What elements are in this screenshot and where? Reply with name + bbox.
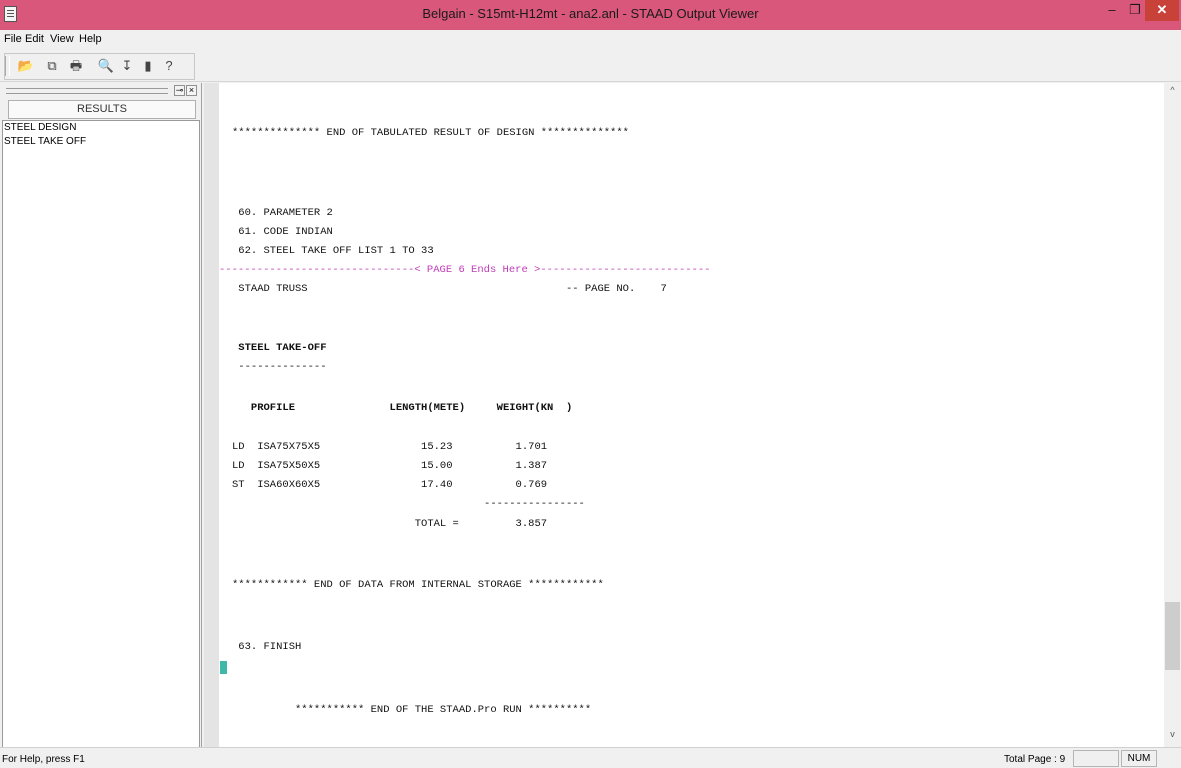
scroll-up-icon[interactable]: ^: [1164, 85, 1181, 95]
total-page-indicator: Total Page : 9: [1004, 754, 1066, 765]
menu-bar: File Edit View Help: [0, 30, 1181, 50]
print-icon[interactable]: 🖶: [67, 57, 85, 74]
output-line: ************** END OF TABULATED RESULT O…: [232, 127, 629, 139]
toolbar-grip[interactable]: [5, 56, 10, 76]
output-line: 61. CODE INDIAN: [232, 226, 333, 238]
page-header-line: STAAD TRUSS -- PAGE NO. 7: [232, 283, 667, 295]
output-line: *********** END OF THE STAAD.Pro RUN ***…: [232, 704, 592, 716]
bookmark-marker: [220, 661, 227, 674]
output-line: 62. STEEL TAKE OFF LIST 1 TO 33: [232, 245, 434, 257]
status-empty-cell: [1073, 750, 1119, 767]
copy-icon[interactable]: ⧉: [43, 57, 61, 74]
output-line: 60. PARAMETER 2: [232, 207, 333, 219]
toolbar: 📂 ⧉ 🖶 🔍 ↧ ▮ ?: [0, 50, 1181, 82]
menu-file[interactable]: File: [4, 33, 22, 45]
section-title: STEEL TAKE-OFF: [232, 342, 327, 354]
find-binoculars-icon[interactable]: 🔍: [97, 57, 115, 74]
output-line: 63. FINISH: [232, 641, 302, 653]
tree-item-steel-design[interactable]: STEEL DESIGN: [3, 121, 199, 135]
close-button[interactable]: ✕: [1145, 0, 1179, 21]
line-gutter: [204, 83, 219, 747]
context-help-icon[interactable]: ?: [160, 57, 178, 74]
pin-icon[interactable]: ⊸: [174, 85, 185, 96]
status-bar: For Help, press F1 Total Page : 9 NUM: [0, 747, 1181, 768]
table-row: LD ISA75X50X5 15.00 1.387: [232, 460, 548, 472]
total-row: TOTAL = 3.857: [232, 518, 548, 530]
menu-help[interactable]: Help: [79, 33, 102, 45]
output-viewer[interactable]: ************** END OF TABULATED RESULT O…: [204, 83, 1181, 747]
menu-edit[interactable]: Edit: [25, 33, 44, 45]
tree-item-steel-take-off[interactable]: STEEL TAKE OFF: [3, 135, 199, 149]
output-line: ************ END OF DATA FROM INTERNAL S…: [232, 579, 604, 591]
results-tree: STEEL DESIGN STEEL TAKE OFF: [2, 120, 200, 749]
scroll-down-icon[interactable]: v: [1164, 729, 1181, 739]
section-underline: --------------: [232, 361, 327, 373]
table-header: PROFILE LENGTH(METE) WEIGHT(KN ): [232, 402, 573, 414]
table-row: LD ISA75X75X5 15.23 1.701: [232, 441, 548, 453]
table-row: ST ISA60X60X5 17.40 0.769: [232, 479, 548, 491]
pane-header: ⊸ ×: [0, 83, 199, 99]
window-title: Belgain - S15mt-H12mt - ana2.anl - STAAD…: [422, 6, 759, 21]
page-break-marker: -------------------------------< PAGE 6 …: [219, 264, 711, 276]
status-help-text: For Help, press F1: [2, 754, 85, 765]
goto-page-icon[interactable]: ↧: [118, 57, 136, 74]
pane-grip[interactable]: [6, 88, 168, 94]
results-header: RESULTS: [8, 100, 196, 119]
minimize-button[interactable]: –: [1101, 0, 1123, 21]
scroll-thumb[interactable]: [1165, 602, 1180, 670]
results-pane: ⊸ × RESULTS STEEL DESIGN STEEL TAKE OFF: [0, 83, 202, 749]
total-separator: ----------------: [232, 498, 585, 510]
title-bar[interactable]: Belgain - S15mt-H12mt - ana2.anl - STAAD…: [0, 0, 1181, 30]
pane-close-icon[interactable]: ×: [186, 85, 197, 96]
open-folder-icon[interactable]: 📂: [17, 57, 35, 74]
num-lock-indicator: NUM: [1121, 750, 1157, 767]
menu-view[interactable]: View: [50, 33, 74, 45]
maximize-button[interactable]: ❐: [1124, 0, 1146, 21]
vertical-scrollbar[interactable]: ^ v: [1164, 83, 1181, 747]
stop-icon[interactable]: ▮: [139, 57, 157, 74]
